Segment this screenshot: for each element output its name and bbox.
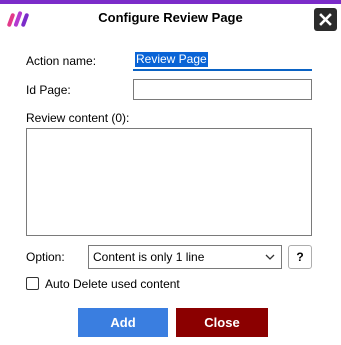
configure-review-page-dialog: Configure Review Page Action name: Revie… [0, 0, 341, 345]
option-select[interactable]: Content is only 1 line [88, 245, 282, 269]
help-button[interactable]: ? [288, 245, 312, 269]
action-name-label: Action name: [26, 54, 97, 68]
close-icon [319, 13, 332, 26]
id-page-label: Id Page: [26, 83, 71, 97]
auto-delete-checkbox[interactable] [26, 277, 39, 290]
action-name-input[interactable]: Review Page [133, 50, 312, 71]
id-page-input[interactable] [133, 79, 312, 100]
title-bar: Configure Review Page [0, 4, 341, 34]
option-selected-value: Content is only 1 line [93, 250, 205, 264]
auto-delete-label: Auto Delete used content [45, 277, 180, 291]
close-button-label: Close [204, 315, 240, 330]
review-content-label: Review content (0): [26, 111, 130, 125]
review-content-textarea[interactable] [26, 128, 312, 236]
action-name-value: Review Page [135, 52, 208, 67]
app-logo-icon [7, 11, 29, 27]
dialog-title: Configure Review Page [98, 10, 243, 25]
close-button[interactable]: Close [176, 308, 268, 337]
close-window-button[interactable] [314, 8, 337, 31]
add-button[interactable]: Add [78, 308, 168, 337]
option-label: Option: [26, 250, 65, 264]
help-button-label: ? [296, 250, 304, 264]
chevron-down-icon [265, 254, 275, 260]
add-button-label: Add [110, 315, 136, 330]
